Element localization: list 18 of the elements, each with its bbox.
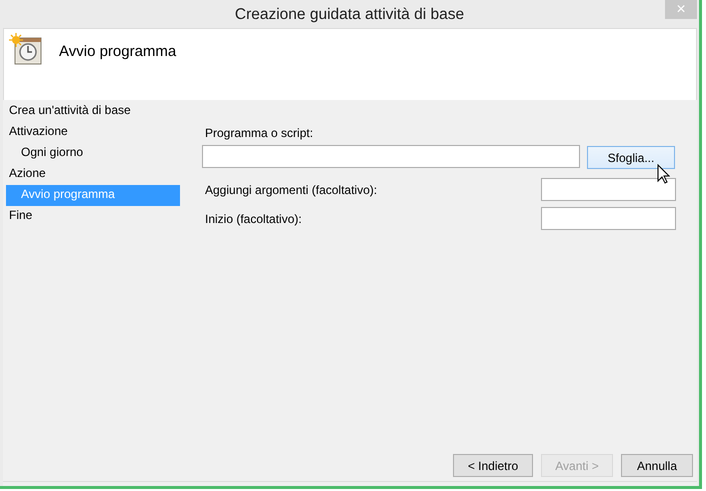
field-label: Inizio (facoltativo): [205, 210, 302, 228]
scheduled-task-icon [9, 33, 43, 65]
wizard-step[interactable]: Crea un'attività di base [6, 101, 180, 122]
wizard-button[interactable]: Annulla [621, 454, 693, 477]
mouse-cursor-icon [657, 164, 670, 184]
wizard-step[interactable]: Attivazione [6, 122, 180, 143]
window-title: Creazione guidata attività di base [234, 6, 464, 23]
text-field[interactable] [541, 207, 676, 230]
field-label: Aggiungi argomenti (facoltativo): [205, 182, 378, 198]
wizard-button[interactable]: < Indietro [453, 454, 533, 477]
field-label: Programma o script: [205, 125, 314, 142]
wizard-step[interactable]: Azione [6, 164, 180, 185]
program-field[interactable] [202, 145, 580, 168]
page-title: Avvio programma [59, 42, 176, 62]
wizard-step[interactable]: Ogni giorno [6, 143, 180, 164]
text-field[interactable] [541, 178, 676, 201]
wizard-step[interactable]: Fine [6, 206, 180, 227]
browse-button[interactable]: Sfoglia... [587, 146, 675, 169]
